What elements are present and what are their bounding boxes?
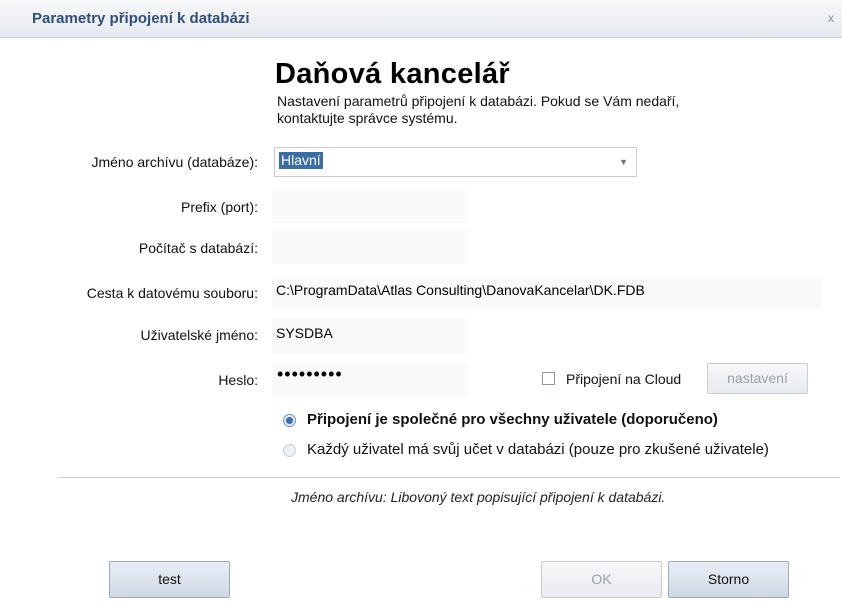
password-label: Heslo: xyxy=(218,372,258,388)
archive-combobox[interactable]: Hlavní ▼ xyxy=(274,147,637,177)
chevron-down-icon[interactable]: ▼ xyxy=(619,157,628,167)
hint-text: Jméno archívu: Libovoný text popisující … xyxy=(291,489,666,505)
prefix-label: Prefix (port): xyxy=(180,199,258,215)
cloud-settings-button[interactable]: nastavení xyxy=(707,363,808,394)
app-heading: Daňová kancelář xyxy=(275,58,511,90)
host-input[interactable] xyxy=(272,230,468,264)
radio-per-user-account[interactable] xyxy=(283,444,296,457)
password-mask: ••••••••• xyxy=(277,364,343,384)
cloud-checkbox-label[interactable]: Připojení na Cloud xyxy=(566,371,681,387)
test-button[interactable]: test xyxy=(109,561,230,598)
window-titlebar: Parametry připojení k databázi x xyxy=(0,0,842,38)
path-label: Cesta k datovému souboru: xyxy=(86,285,258,301)
radio-shared-label[interactable]: Připojení je společné pro všechny uživat… xyxy=(307,411,718,428)
archive-label: Jméno archívu (databáze): xyxy=(91,154,258,170)
radio-shared-connection[interactable] xyxy=(283,414,296,427)
prefix-input[interactable] xyxy=(272,189,468,223)
host-label: Počítač s databází: xyxy=(138,240,258,256)
user-label: Uživatelské jméno: xyxy=(140,327,259,343)
description-text: Nastavení parametrů připojení k databázi… xyxy=(277,93,680,126)
archive-value: Hlavní xyxy=(279,152,323,169)
cancel-button[interactable]: Storno xyxy=(668,561,789,598)
ok-button[interactable]: OK xyxy=(541,561,662,598)
close-icon[interactable]: x xyxy=(828,11,834,25)
separator xyxy=(58,477,840,478)
user-input[interactable]: SYSDBA xyxy=(272,319,468,353)
path-input[interactable]: C:\ProgramData\Atlas Consulting\DanovaKa… xyxy=(272,276,822,310)
radio-per-user-label[interactable]: Každý uživatel má svůj učet v databázi (… xyxy=(307,441,769,458)
window-title: Parametry připojení k databázi xyxy=(32,10,250,27)
cloud-checkbox[interactable] xyxy=(542,372,555,385)
